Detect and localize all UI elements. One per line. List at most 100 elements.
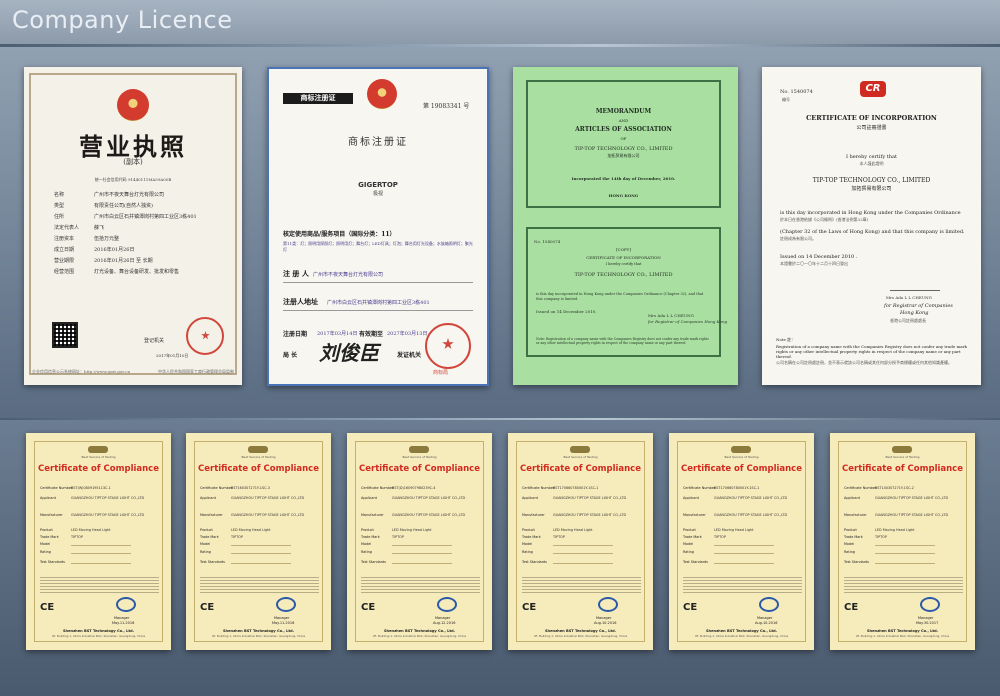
memo-company: TIP-TOP TECHNOLOGY CO., LIMITED <box>574 146 673 152</box>
body-line-2-cn: 註冊成為有限公司。 <box>780 236 816 241</box>
ce-mark-icon: CE <box>200 602 215 613</box>
issuer-address: 4F, Building 1, Xinhe Industrial Park, S… <box>855 634 950 638</box>
certificate-body-text <box>844 577 963 593</box>
bst-logo-icon <box>248 446 268 453</box>
certificate-date: Aug.12.2016 <box>433 621 456 625</box>
field-value: GUANGZHOU TIPTOP STAGE LIGHT CO.,LTD <box>714 513 788 517</box>
licence-row: 注册资本 伍拾万元整 <box>54 236 120 242</box>
issuer-label: 登记机关 <box>144 338 165 344</box>
licence-row: 名称 广州市不夜天舞台灯光有限公司 <box>54 192 165 198</box>
field-value: TIPTOP <box>553 535 565 539</box>
field-label: Model <box>683 542 694 546</box>
signer-title-1: for Registrar of Companies <box>884 303 953 309</box>
page-title: Company Licence <box>12 6 233 34</box>
field-value: TIPTOP <box>392 535 404 539</box>
memo-and: AND <box>618 118 629 123</box>
field-value: BST(D)160907980239C-4 <box>392 486 436 490</box>
copy-registrar-title: for Registrar of Companies Hong Kong <box>648 319 728 324</box>
office-label: 发证机关 <box>397 352 422 359</box>
field-value-line <box>71 563 131 564</box>
goods-value: 第11类：灯；照明用探照灯；照明用灯；舞台灯；LED灯具；灯泡；舞台用灯光设备；… <box>283 241 473 252</box>
registrant-value: 广州市不夜天舞台灯光有限公司 <box>313 272 384 278</box>
licence-row: 成立日期 2016年01月26日 <box>54 247 135 253</box>
page: Company Licence 营业执照 (副本) 统一社会信用代码 91440… <box>0 0 1000 696</box>
field-value-line <box>71 545 131 546</box>
official-seal-icon <box>186 317 224 355</box>
qr-code-icon <box>52 322 78 348</box>
field-value-line <box>875 553 935 554</box>
field-label: Trade Mark <box>683 535 702 539</box>
field-label: Trade Mark <box>200 535 219 539</box>
field-label: Certificate Number <box>522 486 555 490</box>
copy-body: is this day incorporated in Hong Kong un… <box>536 292 704 301</box>
field-value: TIPTOP <box>71 535 83 539</box>
bst-seal-icon <box>598 597 618 612</box>
manager-label: Manager <box>596 616 612 620</box>
field-label: Model <box>844 542 855 546</box>
field-label: Rating <box>361 550 372 554</box>
field-label: Model <box>522 542 533 546</box>
issuer-org: Shenzhen BST Technology Co., Ltd. <box>544 629 617 633</box>
certificate-date: Aug.10.2016 <box>755 621 778 625</box>
field-value: BST(W)0809195113C-1 <box>71 486 111 490</box>
trademark-name: GIGERTOP <box>358 181 398 189</box>
field-value-line <box>392 553 452 554</box>
field-label: Trade Mark <box>844 535 863 539</box>
certificate-tagline: Best Service of Testing <box>402 455 437 459</box>
certificate-title: Certificate of Compliance <box>842 464 963 474</box>
issuer-org: Shenzhen BST Technology Co., Ltd. <box>62 629 135 633</box>
issue-date: 2017年01月10日 <box>156 353 189 358</box>
copy-company: TIP-TOP TECHNOLOGY CO., LIMITED <box>574 272 673 278</box>
issued-line: Issued on 14 December 2010 . <box>780 254 858 260</box>
compliance-certificate: Best Service of Testing Certificate of Co… <box>830 433 975 650</box>
header-logo: 商标注册证 <box>283 93 353 104</box>
field-label: Test Standards <box>200 560 225 564</box>
field-label: Rating <box>200 550 211 554</box>
certificate-number: No. 1540074 <box>780 89 813 95</box>
field-label: Product <box>40 528 53 532</box>
field-value: TIPTOP <box>231 535 243 539</box>
memo-of: OF <box>620 136 627 141</box>
document-title-cn: 公司註冊證書 <box>856 125 887 131</box>
memorandum-cover-box: MEMORANDUM AND ARTICLES OF ASSOCIATION O… <box>526 80 721 208</box>
document-subtitle: (副本) <box>123 158 143 166</box>
field-value-line <box>714 553 774 554</box>
business-licence-document: 营业执照 (副本) 统一社会信用代码 91440111MA59A00B 名称 广州… <box>24 67 242 385</box>
field-label: Test Standards <box>683 560 708 564</box>
certificate-body-text <box>361 577 480 593</box>
certificate-title: Certificate of Compliance <box>681 464 802 474</box>
field-value: LED Moving Head Light <box>71 528 111 532</box>
certificate-title: Certificate of Compliance <box>38 464 159 474</box>
issuer-address: 4F, Building 1, Xinhe Industrial Park, S… <box>372 634 467 638</box>
field-label: Model <box>40 542 51 546</box>
validity-value: 2027年03月13日 <box>387 331 428 337</box>
note-text: Registration of a company name with the … <box>776 344 967 359</box>
compliance-certificate: Best Service of Testing Certificate of Co… <box>26 433 171 650</box>
field-label: Product <box>200 528 213 532</box>
issuer-address: 4F, Building 1, Xinhe Industrial Park, S… <box>211 634 306 638</box>
manager-label: Manager <box>757 616 773 620</box>
registration-date-value: 2017年03月14日 <box>317 331 358 337</box>
field-label: Manufacturer <box>200 513 223 517</box>
licence-row: 住所 广州市白云区石井镇潭岗村第四工业区3栋401 <box>54 214 197 220</box>
field-label: Test Standards <box>844 560 869 564</box>
field-value-line <box>553 563 613 564</box>
issuer-org: Shenzhen BST Technology Co., Ltd. <box>705 629 778 633</box>
field-label: Trade Mark <box>522 535 541 539</box>
memo-incorporated: Incorporated the 14th day of December, 2… <box>571 176 676 181</box>
bst-logo-icon <box>409 446 429 453</box>
field-label: Trade Mark <box>40 535 59 539</box>
bst-seal-icon <box>759 597 779 612</box>
divider <box>283 310 473 311</box>
field-label: Rating <box>40 550 51 554</box>
ce-mark-icon: CE <box>683 602 698 613</box>
certificate-date: Aug.10.2016 <box>594 621 617 625</box>
field-label: Certificate Number <box>683 486 716 490</box>
copy-certify: I hereby certify that <box>605 262 642 266</box>
issuer-org: Shenzhen BST Technology Co., Ltd. <box>383 629 456 633</box>
registration-date-label: 注册日期 <box>283 331 308 338</box>
field-value: GUANGZHOU TIPTOP STAGE LIGHT CO.,LTD <box>875 513 949 517</box>
certificate-title: Certificate of Compliance <box>359 464 480 474</box>
divider <box>283 282 473 283</box>
field-label: Test Standards <box>361 560 386 564</box>
